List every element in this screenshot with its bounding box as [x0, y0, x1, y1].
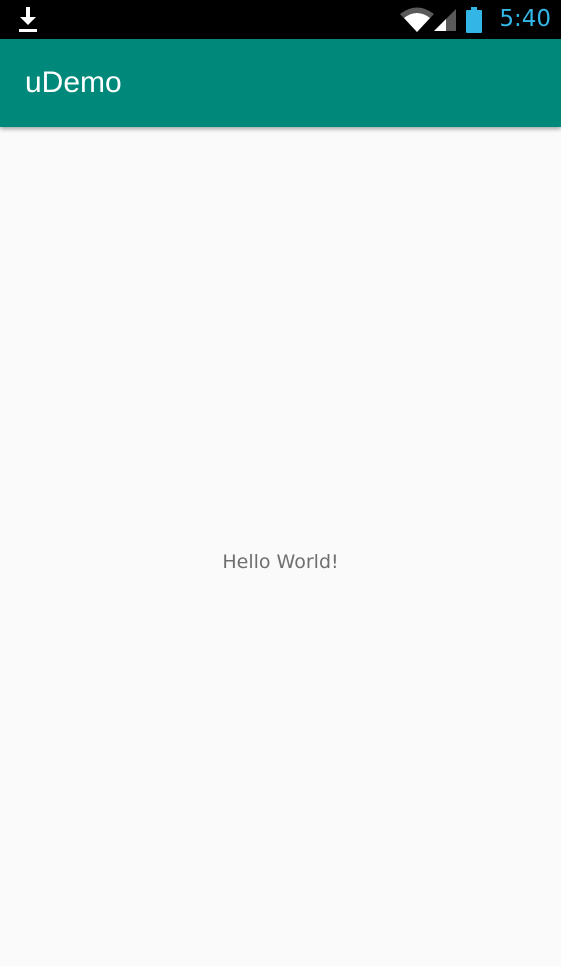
status-time: 5:40: [499, 6, 551, 32]
app-title: uDemo: [25, 66, 122, 99]
status-bar: 5:40: [0, 0, 561, 39]
battery-icon: [466, 6, 483, 33]
download-icon: [19, 7, 37, 32]
app-bar: uDemo: [0, 39, 561, 127]
wifi-icon: [400, 7, 435, 32]
cell-signal-icon: [434, 8, 457, 31]
main-content: Hello World!: [0, 127, 561, 966]
status-icons: 5:40: [400, 0, 551, 39]
hello-text: Hello World!: [222, 551, 339, 573]
